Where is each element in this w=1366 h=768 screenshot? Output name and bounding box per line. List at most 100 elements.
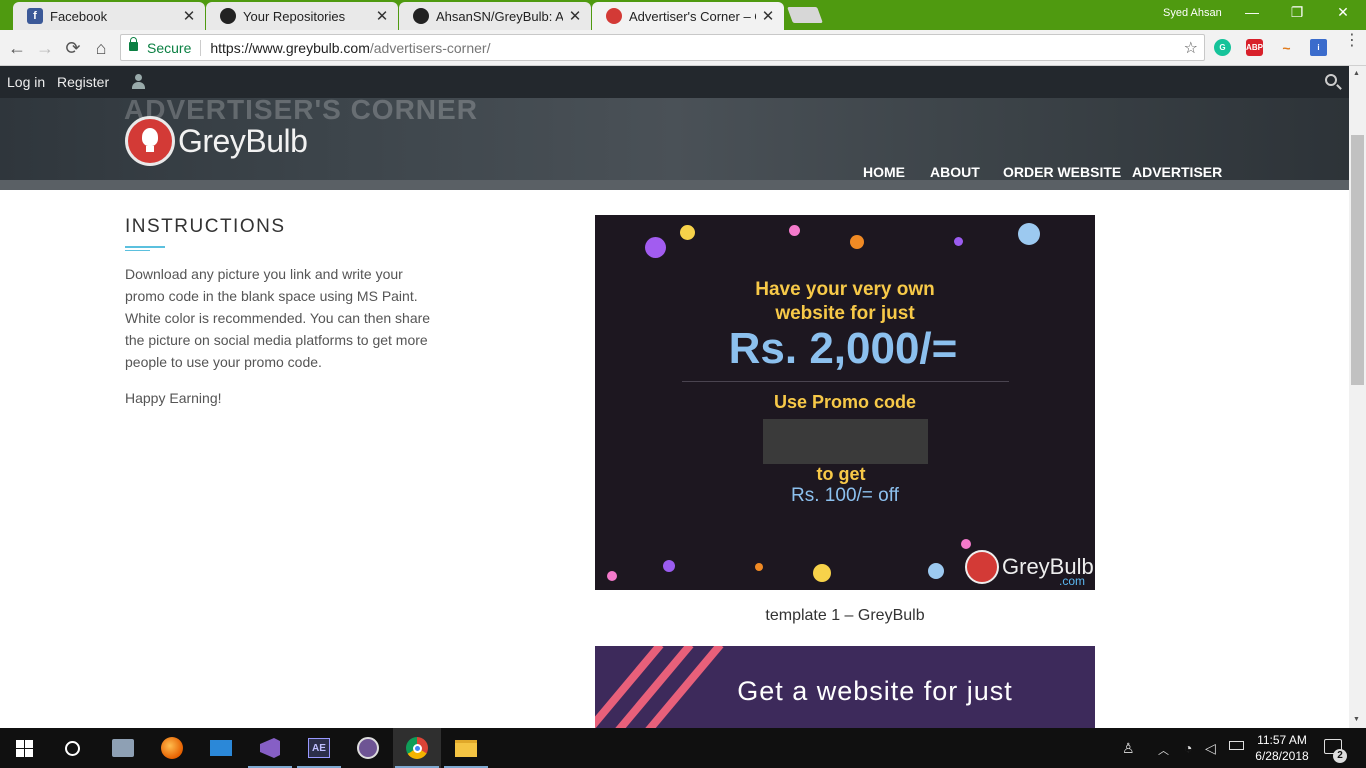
user-icon[interactable] <box>131 74 145 90</box>
close-tab-icon[interactable]: ✕ <box>181 7 197 25</box>
file-explorer-icon[interactable] <box>442 728 490 768</box>
confetti-dot <box>663 560 675 572</box>
confetti-dot <box>850 235 864 249</box>
blue-extension-icon[interactable]: i <box>1310 39 1327 56</box>
windows-start-icon[interactable] <box>0 728 48 768</box>
forward-arrow-icon[interactable]: → <box>34 37 56 59</box>
site-logo[interactable]: GreyBulb <box>125 116 308 166</box>
home-icon[interactable]: ⌂ <box>90 37 112 59</box>
remote-desktop-icon[interactable] <box>197 728 245 768</box>
instructions-text: Download any picture you link and write … <box>125 266 431 370</box>
instructions-closing: Happy Earning! <box>125 390 222 406</box>
close-window-icon[interactable]: ✕ <box>1333 4 1353 21</box>
confetti-dot <box>680 225 695 240</box>
facebook-icon: f <box>27 8 43 24</box>
lock-icon <box>129 37 138 51</box>
notification-count-badge: 2 <box>1333 749 1347 763</box>
confetti-dot <box>645 237 666 258</box>
back-arrow-icon[interactable]: ← <box>6 37 28 59</box>
close-tab-icon[interactable]: ✕ <box>567 7 583 25</box>
promo-template-2-image[interactable]: Get a website for just <box>595 646 1095 728</box>
chevron-up-icon[interactable]: ︿ <box>1158 742 1169 758</box>
address-bar[interactable]: Secure https://www.greybulb.com/advertis… <box>120 34 1205 61</box>
nav-advertiser[interactable]: ADVERTISER <box>1132 164 1222 180</box>
promo-template-1-image[interactable]: Have your very own website for just Rs. … <box>595 215 1095 590</box>
tab-title: Facebook <box>50 8 108 24</box>
greybulb-icon <box>606 8 622 24</box>
volume-muted-icon[interactable]: ◁ <box>1205 740 1216 757</box>
promo-headline-1: Have your very own <box>755 279 935 300</box>
github-desktop-icon[interactable] <box>344 728 392 768</box>
tab-facebook[interactable]: f Facebook ✕ <box>13 2 205 30</box>
nav-home[interactable]: HOME <box>863 164 905 180</box>
profile-name[interactable]: Syed Ahsan <box>1163 7 1222 19</box>
system-clock[interactable]: 11:57 AM 6/28/2018 <box>1250 732 1314 764</box>
promo-code-label: Use Promo code <box>773 392 917 412</box>
close-tab-icon[interactable]: ✕ <box>760 7 776 25</box>
promo-headline-2: website for just <box>775 303 915 324</box>
promo-price: Rs. 2,000/= <box>728 324 958 373</box>
bulb-logo-icon <box>965 550 999 584</box>
confetti-dot <box>961 539 971 549</box>
tab-greybulb-repo[interactable]: AhsanSN/GreyBulb: A bu ✕ <box>399 2 591 30</box>
new-tab-button[interactable] <box>787 7 823 23</box>
browser-menu-icon[interactable]: ⋮ <box>1344 33 1360 49</box>
nav-about[interactable]: ABOUT <box>930 164 980 180</box>
people-icon[interactable]: ♙ <box>1122 740 1135 757</box>
bookmark-star-icon[interactable]: ☆ <box>1184 38 1198 58</box>
grammarly-icon[interactable]: G <box>1214 39 1231 56</box>
search-icon[interactable] <box>1325 74 1337 86</box>
login-link[interactable]: Log in <box>7 74 45 90</box>
wifi-icon[interactable]: ◔ <box>1184 740 1192 756</box>
battery-icon[interactable] <box>1229 741 1244 750</box>
firefox-icon[interactable] <box>148 728 196 768</box>
logo-text: GreyBulb <box>178 122 308 159</box>
adblock-plus-icon[interactable]: ABP <box>1246 39 1263 56</box>
nav-order-website[interactable]: ORDER WEBSITE <box>1003 164 1121 180</box>
browser-title-bar: f Facebook ✕ Your Repositories ✕ AhsanSN… <box>0 0 1366 30</box>
heading-underline-secondary <box>125 250 150 251</box>
github-icon <box>413 8 429 24</box>
after-effects-icon[interactable]: AE <box>295 728 343 768</box>
restore-icon[interactable]: ❐ <box>1287 4 1307 21</box>
scroll-down-icon[interactable]: ▼ <box>1353 716 1360 723</box>
tab-your-repositories[interactable]: Your Repositories ✕ <box>206 2 398 30</box>
rainbow-extension-icon[interactable]: ~ <box>1278 39 1295 56</box>
site-header: ADVERTISER'S CORNER GreyBulb HOME ABOUT … <box>0 94 1349 190</box>
confetti-dot <box>789 225 800 236</box>
cortana-icon[interactable] <box>48 728 96 768</box>
visual-studio-icon[interactable] <box>246 728 294 768</box>
confetti-dot <box>1018 223 1040 245</box>
close-tab-icon[interactable]: ✕ <box>374 7 390 25</box>
bulb-logo-icon <box>125 116 175 166</box>
clock-time: 11:57 AM <box>1257 733 1307 747</box>
confetti-dot <box>954 237 963 246</box>
browser-toolbar: ← → ⟳ ⌂ Secure https://www.greybulb.com /… <box>0 30 1366 66</box>
promo-domain: .com <box>1059 574 1086 588</box>
promo2-headline: Get a website for just <box>737 676 1013 706</box>
tab-title: Advertiser's Corner – Gre <box>629 8 756 24</box>
minimize-icon[interactable]: — <box>1242 4 1262 20</box>
chrome-icon[interactable] <box>393 728 441 768</box>
web-page: Log in Register ADVERTISER'S CORNER Grey… <box>0 66 1349 728</box>
secure-label: Secure <box>147 39 192 56</box>
url-path: /advertisers-corner/ <box>369 39 491 56</box>
confetti-dot <box>755 563 763 571</box>
file-viewer-icon[interactable] <box>99 728 147 768</box>
github-icon <box>220 8 236 24</box>
promo-to-get: to get <box>816 464 866 484</box>
tab-title: AhsanSN/GreyBulb: A bu <box>436 8 563 24</box>
tab-title: Your Repositories <box>243 8 346 24</box>
reload-icon[interactable]: ⟳ <box>62 37 84 59</box>
clock-date: 6/28/2018 <box>1255 749 1309 763</box>
promo-discount: Rs. 100/= off <box>791 485 899 506</box>
confetti-dot <box>607 571 617 581</box>
scroll-up-icon[interactable]: ▲ <box>1353 70 1360 77</box>
divider <box>200 39 202 56</box>
instructions-heading: INSTRUCTIONS <box>125 216 286 237</box>
image-caption: template 1 – GreyBulb <box>765 607 925 624</box>
windows-taskbar: AE ♙ ︿ ◔ ◁ 11:57 AM 6/28/2018 2 <box>0 728 1366 768</box>
scrollbar-thumb[interactable] <box>1351 135 1364 385</box>
register-link[interactable]: Register <box>57 74 109 90</box>
tab-advertisers-corner[interactable]: Advertiser's Corner – Gre ✕ <box>592 2 784 30</box>
